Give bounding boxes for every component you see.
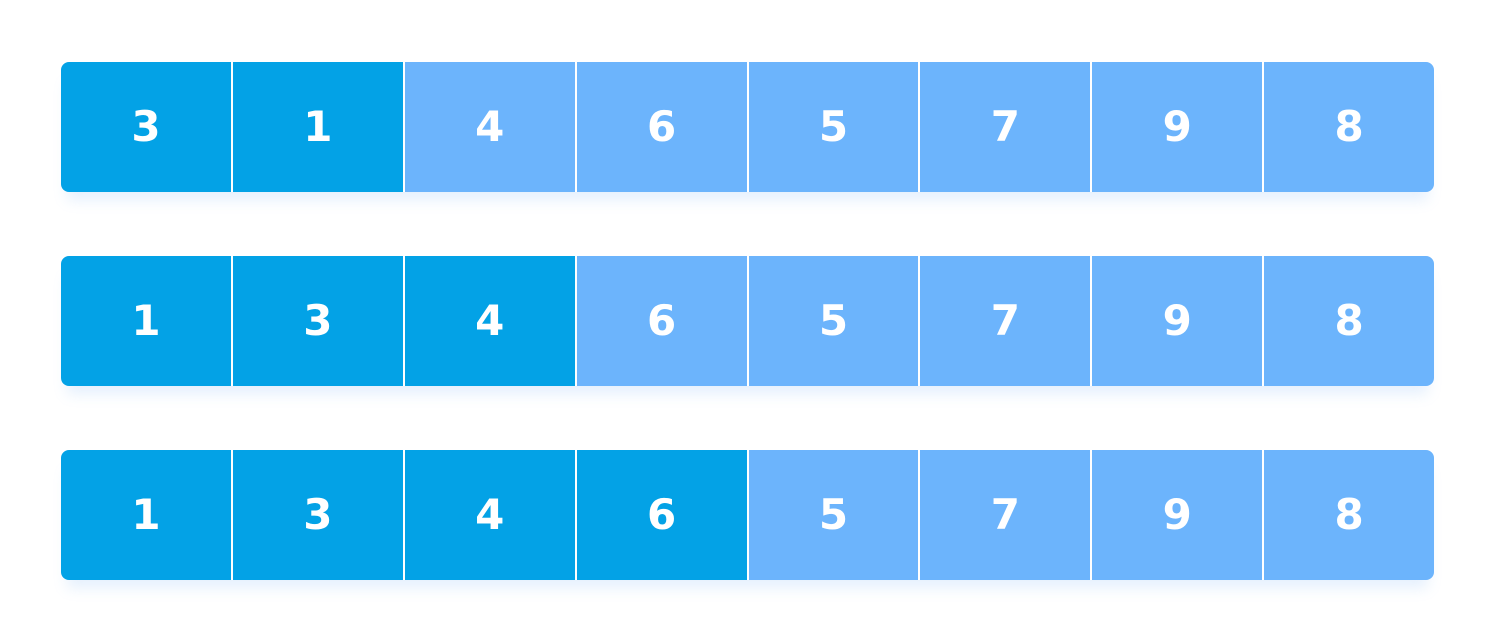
array-cell: 4 [404, 450, 575, 580]
array-row-step-1: 3 1 4 6 5 7 9 8 [61, 62, 1434, 192]
array-cell: 6 [576, 62, 747, 192]
array-row-step-2: 1 3 4 6 5 7 9 8 [61, 256, 1434, 386]
array-row-step-3: 1 3 4 6 5 7 9 8 [61, 450, 1434, 580]
array-cell: 8 [1264, 62, 1434, 192]
array-cell: 7 [920, 62, 1091, 192]
insertion-sort-steps: 3 1 4 6 5 7 9 8 1 3 4 6 5 7 9 8 1 3 4 6 … [61, 62, 1434, 580]
array-cell: 5 [748, 450, 919, 580]
array-cell: 1 [61, 256, 231, 386]
array-cell: 3 [61, 62, 231, 192]
array-cell: 9 [1092, 62, 1263, 192]
array-cell: 6 [576, 256, 747, 386]
array-cell: 8 [1264, 450, 1434, 580]
array-cell: 5 [748, 256, 919, 386]
array-cell: 4 [404, 62, 575, 192]
array-cell: 6 [576, 450, 747, 580]
array-cell: 1 [232, 62, 403, 192]
array-cell: 9 [1092, 256, 1263, 386]
array-cell: 3 [232, 450, 403, 580]
array-cell: 8 [1264, 256, 1434, 386]
array-cell: 9 [1092, 450, 1263, 580]
array-cell: 7 [920, 450, 1091, 580]
array-cell: 4 [404, 256, 575, 386]
array-cell: 7 [920, 256, 1091, 386]
array-cell: 3 [232, 256, 403, 386]
array-cell: 5 [748, 62, 919, 192]
array-cell: 1 [61, 450, 231, 580]
